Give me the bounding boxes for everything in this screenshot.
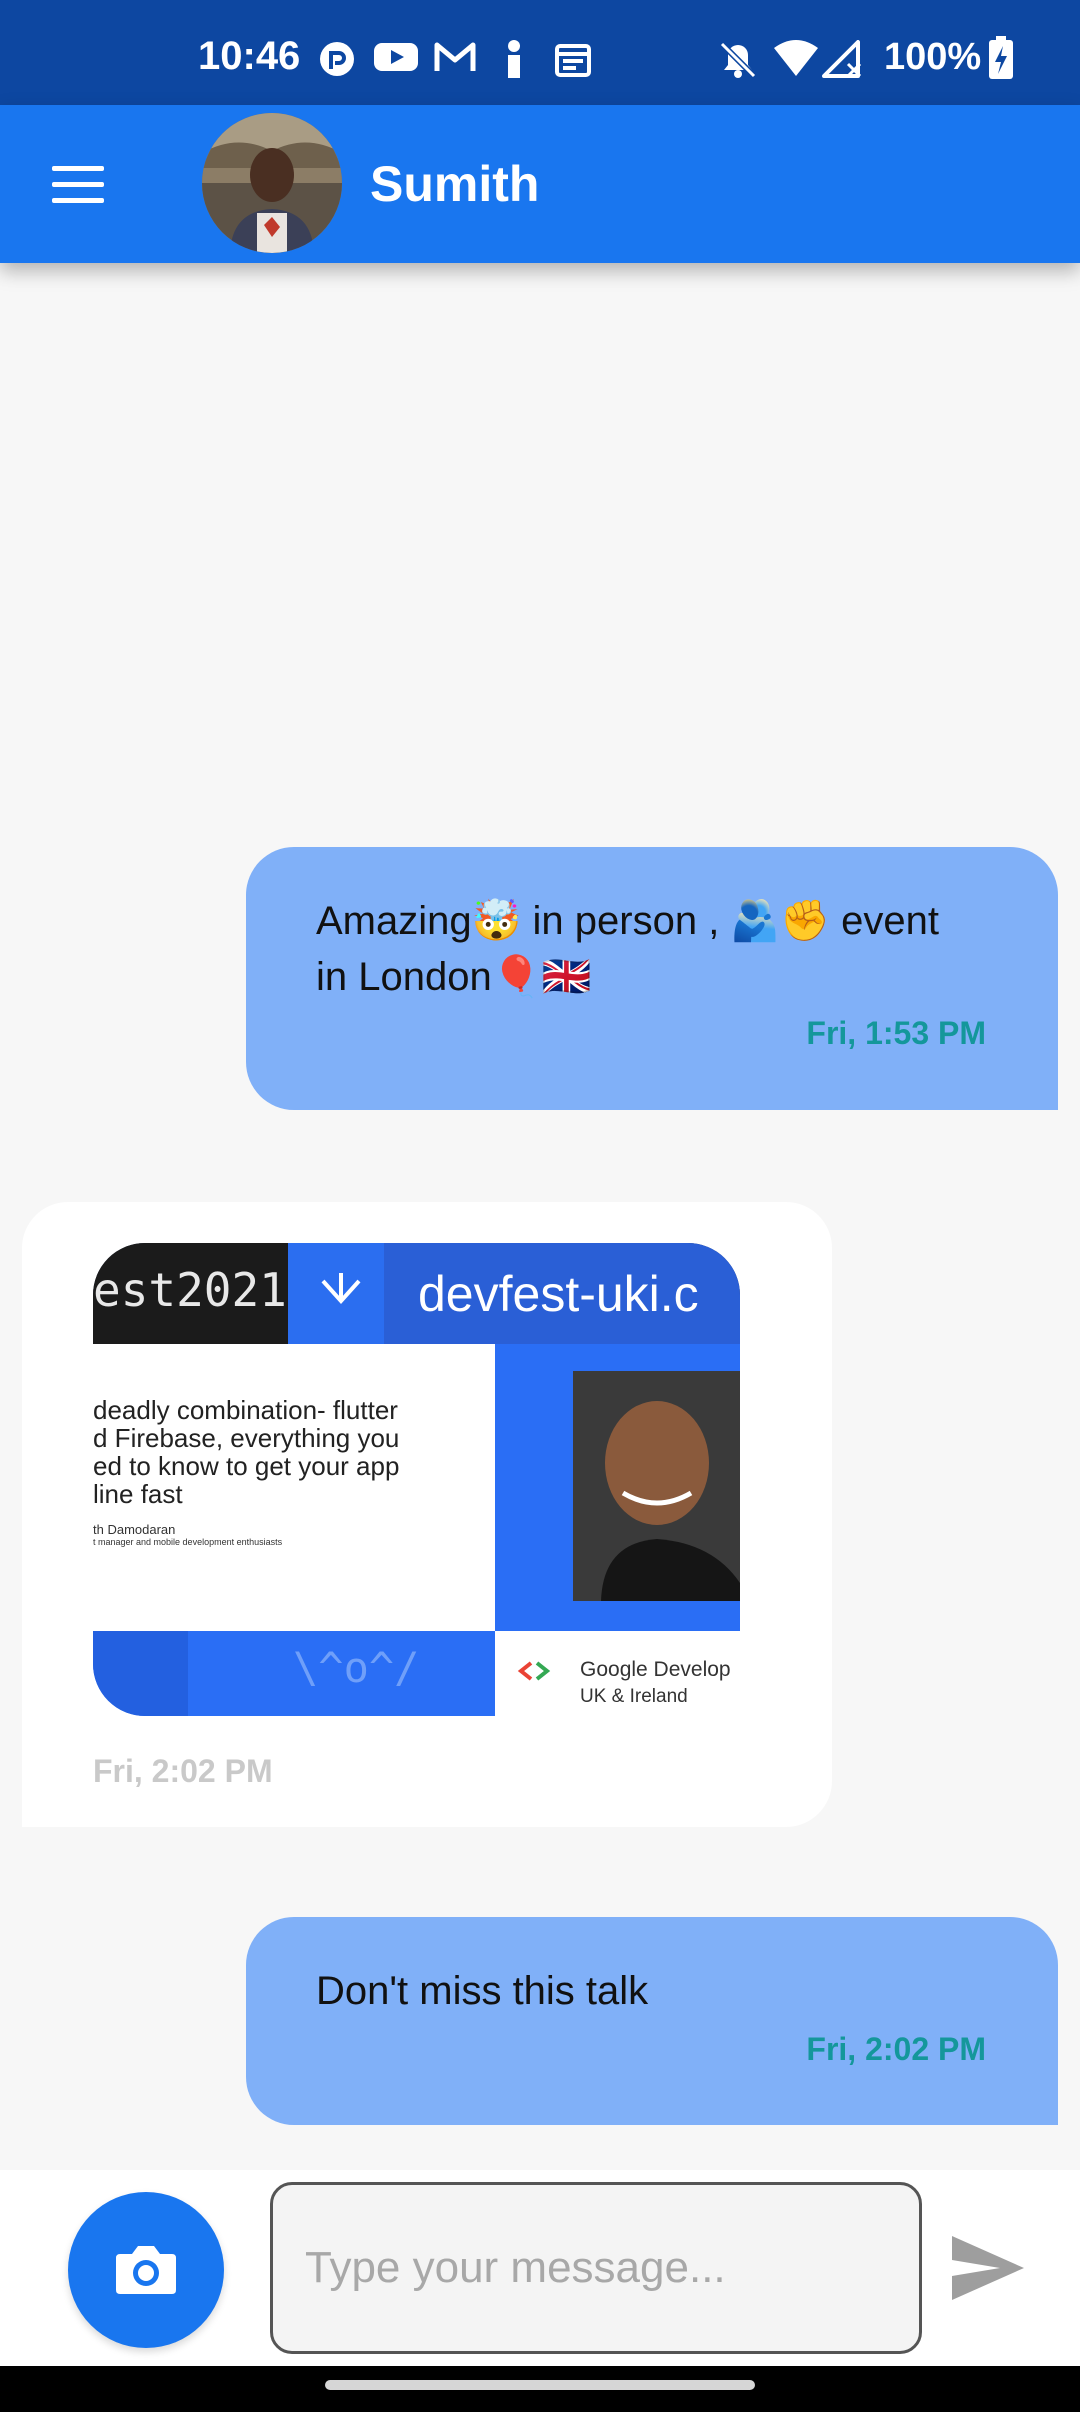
camera-icon <box>116 2246 176 2294</box>
battery-percent: 100% <box>884 36 982 78</box>
talk-title: deadly combination- flutter d Firebase, … <box>93 1395 400 1509</box>
bell-off-icon <box>719 41 757 79</box>
speaker-role: t manager and mobile development enthusi… <box>93 1537 283 1547</box>
brand-line-1: Google Develop <box>580 1658 731 1681</box>
system-nav-bar <box>0 2366 1080 2412</box>
no-signal-icon <box>822 40 862 78</box>
slide-header-left: est2021 <box>93 1263 287 1317</box>
message-timestamp: Fri, 2:02 PM <box>93 1753 273 1789</box>
footer-emoticon: \^o^/ <box>293 1643 420 1692</box>
contact-name: Sumith <box>370 156 540 212</box>
message-timestamp: Fri, 2:02 PM <box>806 2031 986 2067</box>
chat-area[interactable]: Amazing🤯 in person , 🫂✊ event in London🎈… <box>0 263 1080 2170</box>
message-input[interactable] <box>270 2182 922 2354</box>
app-bar: Sumith <box>0 105 1080 263</box>
speaker-name: th Damodaran <box>93 1522 176 1537</box>
shared-image[interactable]: est2021 devfest-uki.c deadly combination… <box>93 1243 740 1716</box>
message-composer <box>0 2170 1080 2366</box>
slide-header-right: devfest-uki.c <box>418 1266 699 1322</box>
youtube-icon <box>374 43 418 71</box>
send-icon[interactable] <box>948 2232 1028 2304</box>
avatar[interactable] <box>202 113 342 253</box>
calendar-icon <box>555 44 591 77</box>
status-time: 10:46 <box>198 34 301 78</box>
message-timestamp: Fri, 1:53 PM <box>806 1015 986 1051</box>
camera-button[interactable] <box>68 2192 224 2348</box>
brand-line-2: UK & Ireland <box>580 1686 688 1707</box>
incoming-image-message[interactable]: est2021 devfest-uki.c deadly combination… <box>22 1202 832 1827</box>
gmail-icon <box>434 42 476 71</box>
message-text: Don't miss this talk <box>316 1969 649 2013</box>
pocket-casts-icon <box>320 42 354 76</box>
battery-charging-icon <box>989 36 1013 79</box>
outgoing-message[interactable]: Don't miss this talk Fri, 2:02 PM <box>246 1917 1058 2125</box>
hamburger-menu-icon[interactable] <box>40 151 118 217</box>
wifi-icon <box>774 40 818 76</box>
outgoing-message[interactable]: Amazing🤯 in person , 🫂✊ event in London🎈… <box>246 847 1058 1110</box>
message-text: Amazing🤯 in person , 🫂✊ event in London🎈… <box>316 899 940 999</box>
info-icon <box>508 40 520 78</box>
gesture-handle[interactable] <box>325 2380 755 2390</box>
status-bar: 10:46 100% <box>0 0 1080 105</box>
